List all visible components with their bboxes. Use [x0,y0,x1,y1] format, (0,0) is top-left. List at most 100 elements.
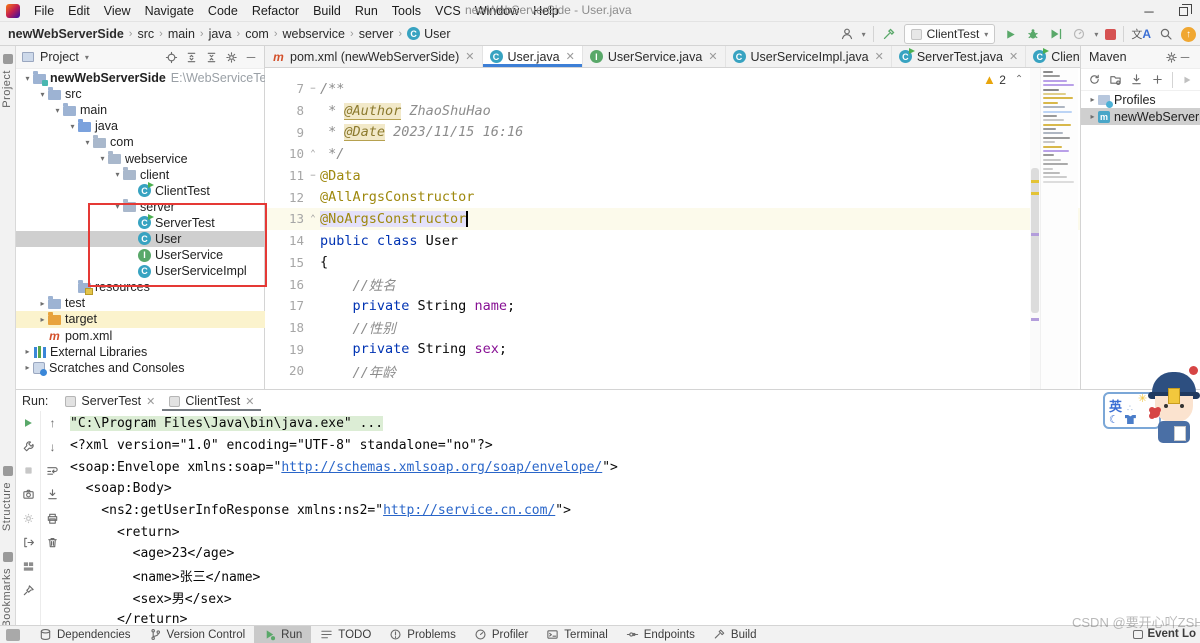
console-output[interactable]: "C:\Program Files\Java\bin\java.exe" ...… [64,411,1200,626]
debug-button[interactable] [1025,26,1041,42]
thread-dump-icon[interactable] [21,487,36,502]
profiler-button[interactable] [1071,26,1087,42]
run-tab-close-icon[interactable]: ✕ [146,395,155,408]
console-link[interactable]: http://service.cn.com/ [383,503,555,518]
status-item-terminal[interactable]: Terminal [537,626,616,643]
menu-edit[interactable]: Edit [61,4,97,18]
build-hammer-icon[interactable] [881,26,897,42]
tree-row[interactable]: ▾com [16,134,265,150]
tree-chevron-icon[interactable]: ▾ [112,170,123,179]
expand-all-icon[interactable] [184,50,198,64]
stop-button[interactable] [1105,29,1116,40]
user-dropdown-icon[interactable]: ▾ [862,30,866,39]
breadcrumb-item[interactable]: main [168,27,195,41]
run-tab[interactable]: ServerTest✕ [58,392,162,411]
run-coverage-button[interactable] [1048,26,1064,42]
run-button[interactable] [1002,26,1018,42]
tree-chevron-icon[interactable]: ▾ [67,122,78,131]
fold-marker-icon[interactable]: ⌃ [308,149,318,159]
print-icon[interactable] [45,511,60,526]
menu-run[interactable]: Run [348,4,385,18]
tree-row[interactable]: ▾client [16,167,265,183]
maven-refresh-icon[interactable] [1088,73,1101,87]
up-stack-trace-icon[interactable]: ↑ [45,415,60,430]
editor-tab[interactable]: mpom.xml (newWebServerSide)✕ [265,46,483,67]
tree-row[interactable]: ▾webservice [16,150,265,166]
tree-row[interactable]: resources [16,279,265,295]
bookmarks-strip-label[interactable]: Bookmarks [1,568,13,628]
menu-view[interactable]: View [97,4,138,18]
tree-chevron-icon[interactable]: ▾ [52,106,63,115]
clear-console-icon[interactable] [45,535,60,550]
search-everywhere-icon[interactable] [1158,26,1174,42]
tree-row[interactable]: CUserServiceImpl [16,263,265,279]
profiler-dropdown-icon[interactable]: ▾ [1094,30,1098,39]
rerun-button[interactable] [21,415,36,430]
menu-tools[interactable]: Tools [385,4,428,18]
tab-close-icon[interactable]: ✕ [1009,50,1018,63]
maven-tree-row[interactable]: ▸Profiles [1081,91,1200,108]
breadcrumb-item[interactable]: java [209,27,232,41]
tool-window-switcher-icon[interactable] [6,629,20,641]
restore-layout-icon[interactable] [21,559,36,574]
tree-chevron-icon[interactable]: ▸ [22,347,33,356]
breadcrumb-item[interactable]: newWebServerSide [8,27,124,41]
console-link[interactable]: http://schemas.xmlsoap.org/soap/envelope… [281,460,602,475]
breadcrumb-item[interactable]: server [359,27,394,41]
scrollbar-thumb[interactable] [1031,168,1039,313]
editor-tab[interactable]: CServerTest.java✕ [892,46,1026,67]
maven-chevron-icon[interactable]: ▸ [1087,112,1098,121]
error-stripe-scrollbar[interactable] [1030,68,1040,389]
hide-panel-icon[interactable]: ─ [244,50,258,64]
run-tab[interactable]: ClientTest✕ [162,392,261,411]
status-item-version-control[interactable]: Version Control [140,626,255,643]
tree-row[interactable]: mpom.xml [16,328,265,344]
project-strip-label[interactable]: Project [1,70,13,108]
project-panel-title[interactable]: Project [40,50,79,64]
tree-chevron-icon[interactable]: ▾ [22,74,33,83]
project-tool-icon[interactable] [3,54,13,64]
menu-refactor[interactable]: Refactor [245,4,306,18]
settings-gear-icon[interactable] [224,50,238,64]
tree-row[interactable]: ▸External Libraries [16,344,265,360]
status-item-build[interactable]: Build [704,626,766,643]
tree-chevron-icon[interactable]: ▸ [22,363,33,372]
fold-marker-icon[interactable]: − [308,171,318,181]
status-item-problems[interactable]: Problems [380,626,465,643]
status-item-endpoints[interactable]: Endpoints [617,626,704,643]
maven-settings-gear-icon[interactable] [1164,50,1178,64]
editor-tab[interactable]: CUserServiceImpl.java✕ [726,46,892,67]
maven-run-icon[interactable] [1181,73,1193,87]
fold-marker-icon[interactable]: − [308,84,318,94]
breadcrumb-item[interactable]: src [137,27,154,41]
tree-chevron-icon[interactable]: ▾ [97,154,108,163]
breadcrumb-item[interactable]: com [245,27,269,41]
code-minimap[interactable] [1040,68,1078,389]
maven-hide-icon[interactable]: ─ [1178,50,1192,64]
project-view-dropdown-icon[interactable]: ▾ [85,53,89,62]
run-configuration-select[interactable]: ClientTest ▾ [904,24,996,44]
tab-close-icon[interactable]: ✕ [875,50,884,63]
menu-file[interactable]: File [27,4,61,18]
user-icon[interactable] [839,26,855,42]
structure-strip-label[interactable]: Structure [1,482,13,531]
menu-code[interactable]: Code [201,4,245,18]
tree-row[interactable]: CClientTest [16,183,265,199]
tree-chevron-icon[interactable]: ▾ [82,138,93,147]
tree-row[interactable]: ▸Scratches and Consoles [16,360,265,376]
down-stack-trace-icon[interactable]: ↓ [45,439,60,454]
tree-row[interactable]: ▾newWebServerSideE:\WebServiceTest\newW [16,70,265,86]
structure-tool-icon[interactable] [3,466,13,476]
pin-tab-icon[interactable] [21,583,36,598]
tree-row[interactable]: ▾java [16,118,265,134]
soft-wrap-icon[interactable] [45,463,60,478]
breadcrumb-item[interactable]: webservice [282,27,345,41]
tree-row[interactable]: ▸test [16,295,265,311]
tree-row[interactable]: ▸target [16,311,265,327]
menu-build[interactable]: Build [306,4,348,18]
bookmarks-tool-icon[interactable] [3,552,13,562]
tree-row[interactable]: CUser [16,231,265,247]
tree-row[interactable]: ▾src [16,86,265,102]
tree-chevron-icon[interactable]: ▾ [112,202,123,211]
code-editor[interactable]: 7−/**8 * @Author ZhaoShuHao9 * @Date 202… [265,68,1080,389]
